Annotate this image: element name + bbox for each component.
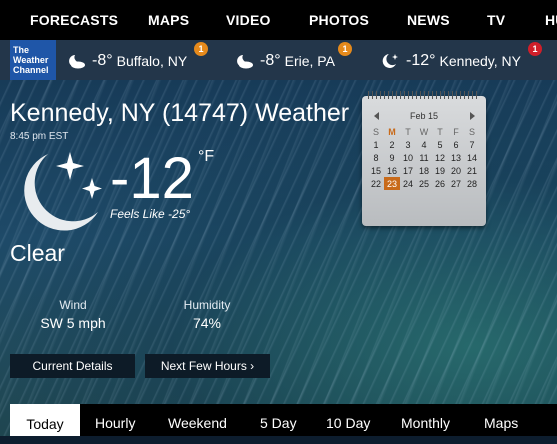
tab-monthly[interactable]: Monthly bbox=[401, 415, 450, 431]
wind-label: Wind bbox=[59, 298, 87, 312]
calendar-binding bbox=[368, 91, 480, 99]
location-buffalo[interactable]: -8° Buffalo, NY bbox=[66, 52, 187, 70]
nav-forecasts[interactable]: FORECASTS bbox=[30, 12, 118, 28]
tab-weekend[interactable]: Weekend bbox=[168, 415, 227, 431]
page-title: Kennedy, NY (14747) Weather bbox=[10, 99, 350, 127]
alert-badge[interactable]: 1 bbox=[194, 42, 208, 56]
calendar-day[interactable]: 20 bbox=[448, 164, 464, 177]
calendar-day[interactable]: 9 bbox=[384, 151, 400, 164]
nav-news[interactable]: NEWS bbox=[407, 12, 450, 28]
tab-today[interactable]: Today bbox=[10, 404, 80, 436]
location-kennedy[interactable]: -12° Kennedy, NY bbox=[380, 52, 521, 70]
calendar-day[interactable]: 16 bbox=[384, 164, 400, 177]
forecast-tabs: Today Hourly Weekend 5 Day 10 Day Monthl… bbox=[10, 404, 557, 436]
calendar-day[interactable]: 17 bbox=[400, 164, 416, 177]
observation-time: 8:45 pm EST bbox=[10, 131, 69, 142]
calendar-grid: S M T W T F S 1 2 3 4 5 6 7 8 9 10 11 12… bbox=[368, 126, 480, 190]
calendar-day[interactable]: 8 bbox=[368, 151, 384, 164]
moon-cloud-icon bbox=[237, 55, 253, 69]
alert-badge[interactable]: 1 bbox=[528, 42, 542, 56]
weather-channel-logo[interactable]: The Weather Channel bbox=[10, 40, 56, 80]
calendar-day[interactable]: 12 bbox=[432, 151, 448, 164]
calendar-day[interactable]: 4 bbox=[416, 138, 432, 151]
calendar-day-header: T bbox=[405, 127, 411, 137]
calendar-day[interactable]: 3 bbox=[400, 138, 416, 151]
top-nav: FORECASTS MAPS VIDEO PHOTOS NEWS TV HU bbox=[0, 0, 557, 40]
calendar-day-header: S bbox=[372, 127, 379, 137]
calendar-day[interactable]: 25 bbox=[416, 177, 432, 190]
calendar-day[interactable]: 28 bbox=[464, 177, 480, 190]
calendar-day[interactable]: 11 bbox=[416, 151, 432, 164]
tab-maps[interactable]: Maps bbox=[484, 415, 518, 431]
calendar-day[interactable]: 21 bbox=[464, 164, 480, 177]
calendar-day[interactable]: 6 bbox=[448, 138, 464, 151]
calendar-day[interactable]: 1 bbox=[368, 138, 384, 151]
tab-hourly[interactable]: Hourly bbox=[95, 415, 135, 431]
calendar-day[interactable]: 13 bbox=[448, 151, 464, 164]
calendar-month: Feb 15 bbox=[409, 111, 439, 121]
humidity-value: 74% bbox=[192, 315, 222, 331]
moon-star-icon bbox=[382, 54, 398, 68]
moon-cloud-icon bbox=[69, 55, 85, 69]
location-name: Erie, PA bbox=[284, 53, 335, 69]
location-temp: -8° bbox=[260, 52, 281, 69]
humidity-label: Humidity bbox=[183, 298, 231, 312]
location-name: Kennedy, NY bbox=[439, 53, 521, 69]
calendar-day[interactable]: 22 bbox=[368, 177, 384, 190]
calendar-day[interactable]: 19 bbox=[432, 164, 448, 177]
logo-line-2: Weather bbox=[13, 55, 49, 65]
tab-5-day[interactable]: 5 Day bbox=[260, 415, 297, 431]
nav-tv[interactable]: TV bbox=[487, 12, 505, 28]
nav-maps[interactable]: MAPS bbox=[148, 12, 189, 28]
location-name: Buffalo, NY bbox=[116, 53, 188, 69]
calendar-day-header: S bbox=[468, 127, 475, 137]
calendar-day[interactable]: 5 bbox=[432, 138, 448, 151]
calendar-day[interactable]: 18 bbox=[416, 164, 432, 177]
current-temperature: -12 bbox=[110, 146, 194, 211]
tab-10-day[interactable]: 10 Day bbox=[326, 415, 370, 431]
calendar-today[interactable]: 23 bbox=[384, 177, 400, 190]
condition-text: Clear bbox=[10, 240, 65, 266]
location-temp: -8° bbox=[92, 52, 113, 69]
calendar-day[interactable]: 27 bbox=[448, 177, 464, 190]
calendar-day[interactable]: 7 bbox=[464, 138, 480, 151]
logo-line-3: Channel bbox=[13, 65, 49, 75]
nav-more[interactable]: HU bbox=[545, 12, 557, 28]
calendar-day[interactable]: 14 bbox=[464, 151, 480, 164]
location-temp: -12° bbox=[406, 52, 436, 69]
alert-badge[interactable]: 1 bbox=[338, 42, 352, 56]
nav-video[interactable]: VIDEO bbox=[226, 12, 271, 28]
calendar-widget: Feb 15 S M T W T F S 1 2 3 4 5 6 7 8 9 1… bbox=[362, 91, 486, 226]
calendar-day-header: T bbox=[437, 127, 443, 137]
wind-value: SW 5 mph bbox=[40, 315, 106, 331]
calendar-day[interactable]: 10 bbox=[400, 151, 416, 164]
location-erie[interactable]: -8° Erie, PA bbox=[234, 52, 335, 70]
calendar-day[interactable]: 2 bbox=[384, 138, 400, 151]
feels-like: Feels Like -25° bbox=[110, 207, 191, 221]
calendar-day-header: F bbox=[453, 127, 459, 137]
logo-line-1: The bbox=[13, 45, 30, 55]
nav-photos[interactable]: PHOTOS bbox=[309, 12, 369, 28]
calendar-day-header: M bbox=[388, 127, 396, 137]
calendar-next-icon[interactable] bbox=[470, 112, 475, 120]
calendar-day[interactable]: 24 bbox=[400, 177, 416, 190]
temperature-unit[interactable]: °F bbox=[198, 148, 214, 166]
calendar-day-header: W bbox=[419, 127, 429, 137]
current-details-button[interactable]: Current Details bbox=[10, 354, 135, 378]
next-few-hours-button[interactable]: Next Few Hours › bbox=[145, 354, 270, 378]
moon-stars-icon bbox=[24, 152, 102, 231]
calendar-day[interactable]: 15 bbox=[368, 164, 384, 177]
calendar-day[interactable]: 26 bbox=[432, 177, 448, 190]
